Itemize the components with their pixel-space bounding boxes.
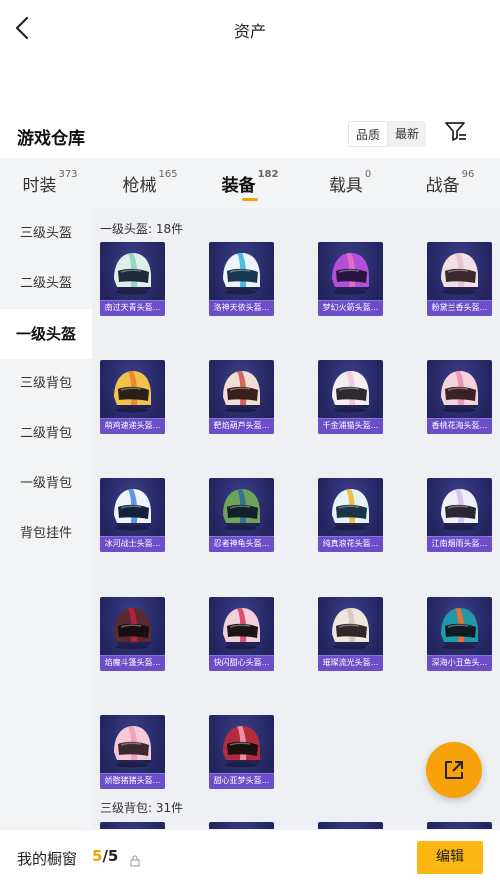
- item-name: 快闪甜心头盔...: [213, 658, 270, 667]
- item-card[interactable]: [100, 822, 165, 829]
- item-card[interactable]: 快闪甜心头盔...: [209, 597, 274, 671]
- item-name: 粉黛兰香头盔...: [431, 303, 488, 312]
- item-card[interactable]: [209, 822, 274, 829]
- item-name: 深海小丑鱼头...: [431, 658, 488, 667]
- item-name: 萌鸡速递头盔...: [104, 421, 161, 430]
- helmet-icon: [114, 608, 151, 650]
- helmet-icon: [332, 608, 369, 650]
- item-card[interactable]: [318, 822, 383, 829]
- share-button[interactable]: [426, 742, 482, 798]
- helmet-icon: [223, 371, 260, 413]
- item-name: 焰魔斗篷头盔...: [104, 658, 161, 667]
- helmet-icon: [223, 253, 260, 295]
- item-card[interactable]: 纯真浪花头盔...: [318, 478, 383, 552]
- sidebar-item-helmet-3[interactable]: 三级头盔: [0, 209, 92, 259]
- edit-button[interactable]: 编辑: [417, 841, 483, 874]
- lock-icon: [130, 852, 140, 871]
- helmet-icon: [332, 489, 369, 531]
- helmet-icon: [223, 489, 260, 531]
- item-name: 江南烟雨头盔...: [431, 539, 488, 548]
- item-card[interactable]: 冰河战士头盔...: [100, 478, 165, 552]
- sidebar: 三级头盔 二级头盔 一级头盔 三级背包 二级背包 一级背包 背包挂件: [0, 209, 92, 829]
- tab-fashion[interactable]: 时装373: [0, 158, 100, 209]
- helmet-icon: [332, 371, 369, 413]
- sidebar-item-helmet-1[interactable]: 一级头盔: [0, 309, 92, 359]
- item-card[interactable]: 南过天青头盔...: [100, 242, 165, 316]
- item-name: 南过天青头盔...: [104, 303, 161, 312]
- item-name: 梦幻火箭头盔...: [322, 303, 379, 312]
- my-window-label: 我的橱窗: [17, 850, 78, 868]
- item-card[interactable]: 忍者神龟头盔...: [209, 478, 274, 552]
- helmet-icon: [332, 253, 369, 295]
- item-card[interactable]: 深海小丑鱼头...: [427, 597, 492, 671]
- helmet-icon: [441, 489, 478, 531]
- category-tabs: 时装373 枪械165 装备182 载具0 战备96: [0, 158, 500, 209]
- item-name: 靶焰葫芦头盔...: [213, 421, 270, 430]
- item-grid: 一级头盔: 18件 三级背包: 31件 南过天青头盔... 洛神天依头盔... 梦幻…: [92, 209, 500, 829]
- item-card[interactable]: 焰魔斗篷头盔...: [100, 597, 165, 671]
- tab-equipment[interactable]: 装备182: [200, 158, 300, 209]
- item-card[interactable]: 千金浦猫头盔...: [318, 360, 383, 434]
- sort-toggle: 品质 最新: [348, 121, 426, 147]
- bottom-bar: 我的橱窗 5/5 编辑: [0, 829, 500, 885]
- sidebar-item-backpack-charm[interactable]: 背包挂件: [0, 509, 92, 559]
- page-title: 资产: [233, 22, 266, 41]
- item-card[interactable]: 萌鸡速递头盔...: [100, 360, 165, 434]
- tab-supplies[interactable]: 战备96: [400, 158, 500, 209]
- warehouse-title: 游戏仓库: [17, 129, 85, 149]
- sidebar-item-backpack-3[interactable]: 三级背包: [0, 359, 92, 409]
- window-count: 5/5: [92, 847, 119, 865]
- sort-quality-button[interactable]: 品质: [348, 121, 388, 147]
- tab-weapons[interactable]: 枪械165: [100, 158, 200, 209]
- item-card[interactable]: 靶焰葫芦头盔...: [209, 360, 274, 434]
- sidebar-item-helmet-2[interactable]: 二级头盔: [0, 259, 92, 309]
- item-card[interactable]: 娇憨猪猪头盔...: [100, 715, 165, 789]
- item-card[interactable]: [427, 822, 492, 829]
- item-name: 娇憨猪猪头盔...: [104, 776, 161, 785]
- item-name: 冰河战士头盔...: [104, 539, 161, 548]
- helmet-icon: [114, 253, 151, 295]
- helmet-icon: [441, 608, 478, 650]
- sidebar-item-backpack-2[interactable]: 二级背包: [0, 409, 92, 459]
- helmet-icon: [441, 253, 478, 295]
- helmet-icon: [441, 371, 478, 413]
- item-name: 纯真浪花头盔...: [322, 539, 379, 548]
- helmet-icon: [223, 726, 260, 768]
- helmet-icon: [223, 608, 260, 650]
- item-card[interactable]: 香桃花海头盔...: [427, 360, 492, 434]
- item-card[interactable]: 梦幻火箭头盔...: [318, 242, 383, 316]
- helmet-icon: [114, 489, 151, 531]
- sidebar-item-backpack-1[interactable]: 一级背包: [0, 459, 92, 509]
- item-name: 千金浦猫头盔...: [322, 421, 379, 430]
- section-title-helmet-1: 一级头盔: 18件: [100, 222, 184, 236]
- item-name: 璀璨流光头盔...: [322, 658, 379, 667]
- item-card[interactable]: 璀璨流光头盔...: [318, 597, 383, 671]
- helmet-icon: [114, 726, 151, 768]
- tab-vehicles[interactable]: 载具0: [300, 158, 400, 209]
- item-card[interactable]: 洛神天依头盔...: [209, 242, 274, 316]
- section-title-backpack-3: 三级背包: 31件: [100, 801, 184, 815]
- helmet-icon: [114, 371, 151, 413]
- item-card[interactable]: 江南烟雨头盔...: [427, 478, 492, 552]
- item-name: 忍者神龟头盔...: [213, 539, 270, 548]
- item-name: 洛神天依头盔...: [213, 303, 270, 312]
- top-bar: 资产: [0, 0, 500, 60]
- sort-newest-button[interactable]: 最新: [388, 121, 426, 147]
- item-card[interactable]: 甜心亚梦头盔...: [209, 715, 274, 789]
- item-name: 香桃花海头盔...: [431, 421, 488, 430]
- filter-icon[interactable]: [444, 120, 468, 144]
- item-card[interactable]: 粉黛兰香头盔...: [427, 242, 492, 316]
- item-name: 甜心亚梦头盔...: [213, 776, 270, 785]
- share-icon: [445, 761, 463, 779]
